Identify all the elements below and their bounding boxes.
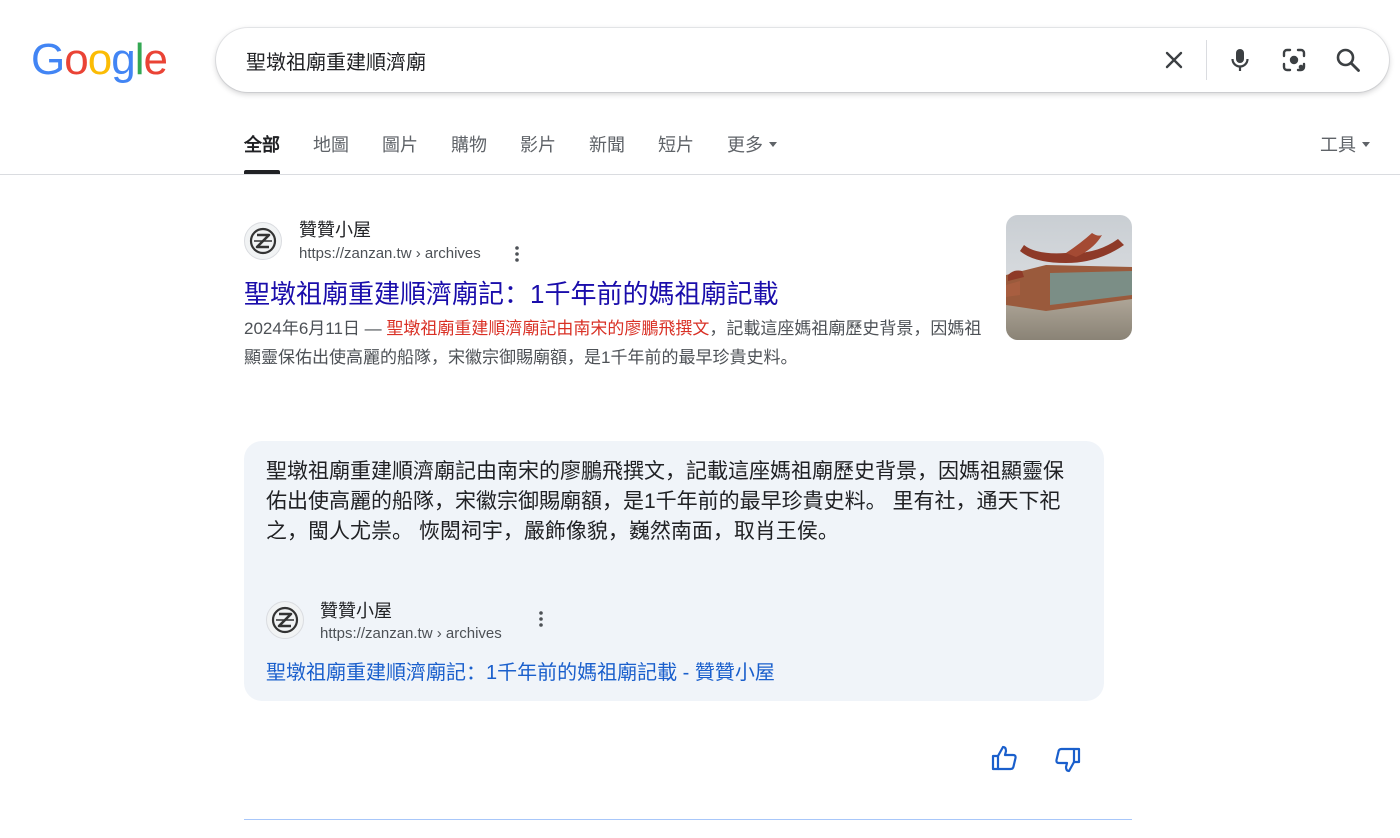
tab-news[interactable]: 新聞	[589, 131, 625, 174]
snippet-highlight: 聖墩祖廟重建順濟廟記由南宋的廖鵬飛撰文	[386, 319, 710, 338]
featured-site-favicon[interactable]	[266, 601, 304, 639]
caret-down-icon	[1362, 141, 1370, 147]
tabs-divider	[0, 174, 1400, 175]
featured-snippet: 聖墩祖廟重建順濟廟記由南宋的廖鵬飛撰文，記載這座媽祖廟歷史背景，因媽祖顯靈保佑出…	[244, 441, 1104, 701]
site-favicon[interactable]	[244, 222, 282, 260]
tab-more[interactable]: 更多	[727, 131, 777, 174]
search-divider	[1206, 40, 1207, 80]
tab-all[interactable]: 全部	[244, 131, 280, 174]
featured-site-name[interactable]: 贊贊小屋	[320, 597, 392, 623]
thumbs-up-icon[interactable]	[988, 742, 1020, 774]
thumbs-down-icon[interactable]	[1052, 744, 1084, 776]
result-site-name[interactable]: 贊贊小屋	[299, 216, 371, 242]
featured-text: 聖墩祖廟重建順濟廟記由南宋的廖鵬飛撰文，記載這座媽祖廟歷史背景，因媽祖顯靈保佑出…	[266, 460, 1064, 543]
tab-videos[interactable]: 影片	[520, 131, 556, 174]
more-vert-icon[interactable]	[531, 607, 551, 631]
result-title-link[interactable]: 聖墩祖廟重建順濟廟記：1千年前的媽祖廟記載	[244, 274, 778, 311]
clear-icon[interactable]	[1158, 44, 1190, 76]
microphone-icon[interactable]	[1224, 44, 1256, 76]
search-icon[interactable]	[1332, 44, 1364, 76]
tab-more-label: 更多	[727, 135, 763, 155]
tab-maps[interactable]: 地圖	[313, 131, 349, 174]
search-input[interactable]	[246, 28, 1126, 92]
featured-source-link[interactable]: 聖墩祖廟重建順濟廟記：1千年前的媽祖廟記載 - 贊贊小屋	[266, 656, 775, 685]
search-tabs: 全部 地圖 圖片 購物 影片 新聞 短片 更多	[244, 131, 810, 174]
tab-short-videos[interactable]: 短片	[658, 131, 694, 174]
tab-shopping[interactable]: 購物	[451, 131, 487, 174]
result-thumbnail[interactable]	[1006, 215, 1132, 340]
featured-site-url[interactable]: https://zanzan.tw › archives	[320, 625, 502, 642]
tools-button[interactable]: 工具	[1320, 131, 1370, 159]
more-vert-icon[interactable]	[507, 242, 527, 266]
result-date: 2024年6月11日 —	[244, 319, 387, 338]
search-box	[216, 28, 1389, 92]
section-divider	[244, 819, 1132, 820]
lens-icon[interactable]	[1278, 44, 1310, 76]
caret-down-icon	[769, 141, 777, 147]
result-url[interactable]: https://zanzan.tw › archives	[299, 245, 481, 262]
result-snippet: 2024年6月11日 — 聖墩祖廟重建順濟廟記由南宋的廖鵬飛撰文，記載這座媽祖廟…	[244, 314, 984, 372]
tab-images[interactable]: 圖片	[382, 131, 418, 174]
tools-label: 工具	[1320, 135, 1356, 155]
google-logo[interactable]: Google	[31, 38, 168, 82]
search-results-page: Google 聖墩祖廟重建順濟廟 全部 地圖 圖片 購物 影片 新聞 短片 更多…	[0, 0, 1400, 838]
